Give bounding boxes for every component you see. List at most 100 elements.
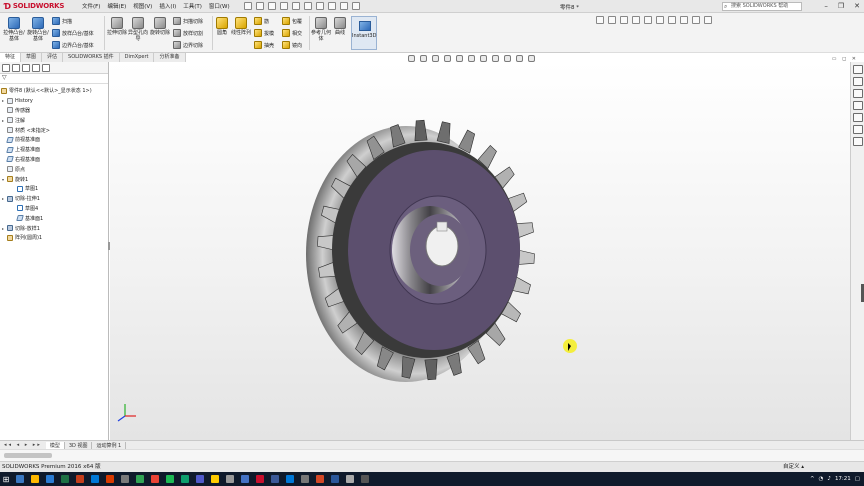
app-icon[interactable] [331,475,339,483]
custom-properties-icon[interactable] [852,125,863,134]
help-search-input[interactable]: ⌕ 搜索 SOLIDWORKS 帮助 [722,2,802,11]
notification-icon[interactable]: ▢ [855,476,860,482]
tree-item[interactable]: 草图1 [0,184,108,194]
view-settings-icon[interactable] [668,16,676,24]
minimize-icon[interactable]: – [824,2,828,10]
realview-icon[interactable] [680,16,688,24]
view-settings-icon[interactable] [516,55,523,62]
rib-button[interactable]: 筋 [254,17,269,25]
display-manager-tab-icon[interactable] [42,64,50,72]
app-icon[interactable] [136,475,144,483]
app-icon[interactable] [211,475,219,483]
view-orientation-icon[interactable] [456,55,463,62]
intersect-button[interactable]: 相交 [282,29,302,37]
word-app-icon[interactable] [46,475,54,483]
print-icon[interactable] [291,2,300,10]
edit-appearance-icon[interactable] [492,55,499,62]
select-icon[interactable] [315,2,324,10]
tree-item[interactable]: ▸ 注解 [0,115,108,125]
app-icon[interactable] [316,475,324,483]
configuration-manager-tab-icon[interactable] [22,64,30,72]
hide-show-items-icon[interactable] [480,55,487,62]
zoom-to-fit-icon[interactable] [408,55,415,62]
file-explorer-app-icon[interactable] [16,475,24,483]
undo-icon[interactable] [303,2,312,10]
app-icon[interactable] [121,475,129,483]
excel-app-icon[interactable] [61,475,69,483]
tree-item[interactable]: 上视基准面 [0,145,108,155]
edge-app-icon[interactable] [91,475,99,483]
extrude-cut-button[interactable]: 拉伸切除 [107,17,127,36]
menu-insert[interactable]: 插入(I) [159,2,176,10]
zoom-to-area-icon[interactable] [420,55,427,62]
app-icon[interactable] [196,475,204,483]
app-icon[interactable] [226,475,234,483]
windows-start-icon[interactable]: ⊞ [0,472,12,486]
tree-item[interactable]: 传感器 [0,106,108,116]
fillet-button[interactable]: 圆角 [214,17,230,36]
app-icon[interactable] [271,475,279,483]
app-icon[interactable] [301,475,309,483]
file-properties-icon[interactable] [339,2,348,10]
display-style-icon[interactable] [620,16,628,24]
apply-scene-icon[interactable] [504,55,511,62]
tab-sketch[interactable]: 草图 [21,53,43,62]
tab-features[interactable]: 特征 [0,53,22,62]
tree-item[interactable]: 右视基准面 [0,155,108,165]
tree-item[interactable]: ▾ 旋转1 [0,174,108,184]
menu-file[interactable]: 文件(F) [82,2,100,10]
tab-3d-views[interactable]: 3D 视图 [65,441,93,449]
save-icon[interactable] [279,2,288,10]
tree-item[interactable]: 草图4 [0,204,108,214]
tab-model[interactable]: 模型 [45,441,65,449]
ambient-occlusion-icon[interactable] [704,16,712,24]
file-explorer-icon[interactable] [852,89,863,98]
mirror-button[interactable]: 镜向 [282,41,302,49]
app-icon[interactable] [346,475,354,483]
powerpoint-app-icon[interactable] [76,475,84,483]
menu-tools[interactable]: 工具(T) [183,2,202,10]
close-icon[interactable]: ✕ [854,2,860,10]
tree-item[interactable]: 前视基准面 [0,135,108,145]
bevel-gear-model[interactable] [298,118,548,390]
draft-button[interactable]: 拔模 [254,29,274,37]
solidworks-resources-icon[interactable] [852,65,863,74]
scrollbar-thumb[interactable] [4,453,52,458]
folder-app-icon[interactable] [31,475,39,483]
display-pane-icon[interactable] [528,55,535,62]
extrude-boss-button[interactable]: 拉伸凸台/基体 [3,17,25,42]
tab-evaluate[interactable]: 评估 [42,53,64,62]
status-customize[interactable]: 自定义 ▴ [783,462,804,472]
reference-geometry-button[interactable]: 参考几何体 [311,17,331,42]
menu-window[interactable]: 窗口(W) [209,2,230,10]
app-icon[interactable] [286,475,294,483]
open-icon[interactable] [267,2,276,10]
dimxpert-manager-tab-icon[interactable] [32,64,40,72]
tree-item[interactable]: ▸ 切除-拉伸1 [0,194,108,204]
solidworks-app-icon[interactable] [256,475,264,483]
app-icon[interactable] [181,475,189,483]
section-view-icon[interactable] [608,16,616,24]
app-icon[interactable] [241,475,249,483]
tray-chevron-icon[interactable]: ^ [810,476,815,482]
appearances-icon[interactable] [852,113,863,122]
view-palette-icon[interactable] [852,101,863,110]
revolve-boss-button[interactable]: 旋转凸台/基体 [26,17,50,42]
swept-cut-button[interactable]: 扫描切除 [173,17,203,25]
menu-view[interactable]: 视图(V) [133,2,152,10]
curves-button[interactable]: 曲线 [332,17,348,36]
hole-wizard-button[interactable]: 异型孔向导 [128,17,148,42]
tab-dimxpert[interactable]: DimXpert [119,53,155,62]
volume-icon[interactable]: ♪ [827,476,831,482]
tab-motion-study[interactable]: 运动算例 1 [92,441,127,449]
rebuild-icon[interactable] [327,2,336,10]
pin-icon[interactable] [243,2,252,10]
tab-scroll-arrows[interactable]: ◂◂ ◂ ▸ ▸▸ [0,442,46,448]
tree-item[interactable]: 阵列(圆周)1 [0,233,108,243]
tree-item[interactable]: ▸ 切除-放样1 [0,223,108,233]
tab-addins[interactable]: SOLIDWORKS 插件 [63,53,120,62]
tree-item[interactable]: 基准面1 [0,213,108,223]
boundary-boss-button[interactable]: 边界凸台/基体 [52,41,94,49]
view-orientation-icon[interactable] [596,16,604,24]
wrap-button[interactable]: 包覆 [282,17,302,25]
